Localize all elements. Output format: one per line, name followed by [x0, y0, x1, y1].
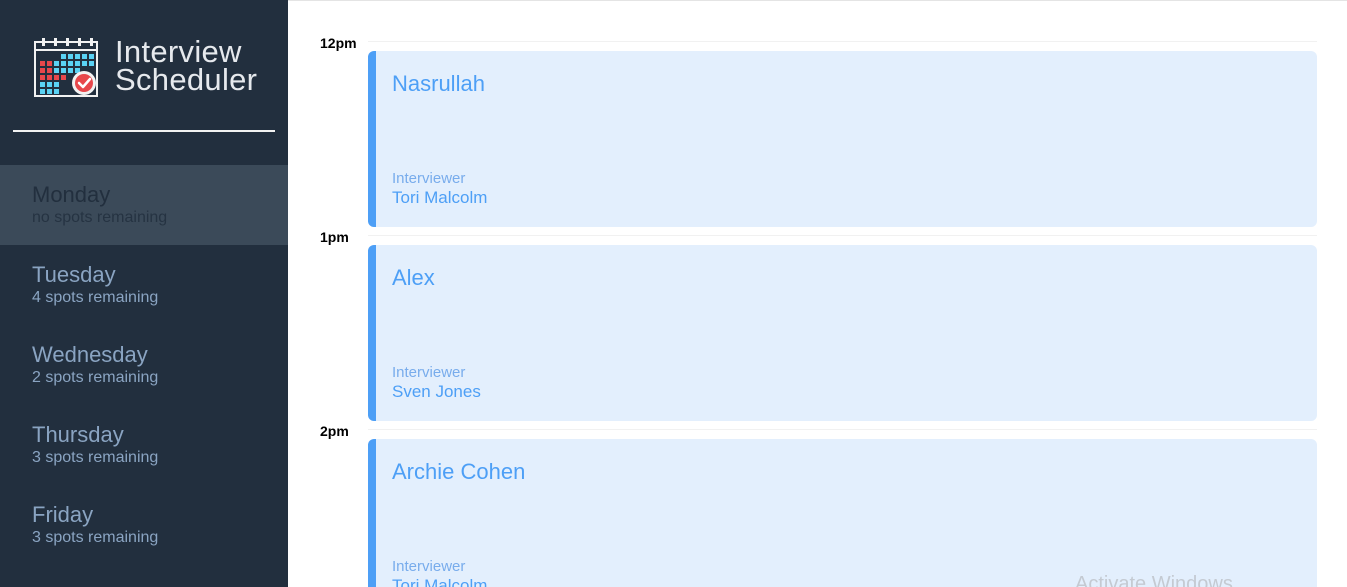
- day-item-wednesday[interactable]: Wednesday 2 spots remaining: [0, 325, 288, 405]
- interviewer-label: Interviewer: [392, 170, 466, 187]
- sidebar: Interview Scheduler Monday no spots rema…: [0, 0, 288, 587]
- day-spots: 4 spots remaining: [32, 289, 159, 306]
- interviewer-name: Tori Malcolm: [392, 576, 488, 587]
- interviewer-label: Interviewer: [392, 558, 466, 575]
- day-name: Monday: [32, 182, 111, 207]
- time-label: 1pm: [320, 229, 349, 245]
- appointment-card[interactable]: Alex Interviewer Sven Jones: [368, 245, 1317, 421]
- day-spots: no spots remaining: [32, 209, 168, 226]
- day-item-friday[interactable]: Friday 3 spots remaining: [0, 485, 288, 565]
- day-name: Thursday: [32, 422, 124, 447]
- day-item-tuesday[interactable]: Tuesday 4 spots remaining: [0, 245, 288, 325]
- time-label: 12pm: [320, 35, 357, 51]
- app-title-line-2: Scheduler: [115, 62, 258, 97]
- day-spots: 3 spots remaining: [32, 449, 159, 466]
- appointment-card[interactable]: Nasrullah Interviewer Tori Malcolm: [368, 51, 1317, 227]
- appointment-card[interactable]: Archie Cohen Interviewer Tori Malcolm: [368, 439, 1317, 587]
- day-item-thursday[interactable]: Thursday 3 spots remaining: [0, 405, 288, 485]
- time-divider: [368, 235, 1317, 236]
- day-spots: 3 spots remaining: [32, 529, 159, 546]
- calendar-check-icon: [34, 38, 98, 97]
- interviewer-label: Interviewer: [392, 364, 466, 381]
- student-name: Archie Cohen: [392, 459, 526, 484]
- app-title: Interview Scheduler: [115, 36, 258, 97]
- activate-windows-watermark: Activate Windows: [1075, 573, 1233, 587]
- sidebar-separator: [13, 130, 275, 132]
- time-divider: [368, 429, 1317, 430]
- schedule: 12pm Nasrullah Interviewer Tori Malcolm …: [288, 0, 1347, 587]
- day-spots: 2 spots remaining: [32, 369, 159, 386]
- day-name: Friday: [32, 502, 94, 527]
- time-divider: [368, 41, 1317, 42]
- student-name: Alex: [392, 265, 435, 290]
- student-name: Nasrullah: [392, 71, 485, 96]
- day-name: Tuesday: [32, 262, 116, 287]
- interviewer-name: Sven Jones: [392, 382, 481, 401]
- interview-scheduler-app: Interview Scheduler Monday no spots rema…: [0, 0, 1347, 587]
- day-item-monday[interactable]: Monday no spots remaining: [0, 165, 288, 245]
- time-label: 2pm: [320, 423, 349, 439]
- interviewer-name: Tori Malcolm: [392, 188, 488, 207]
- day-name: Wednesday: [32, 342, 148, 367]
- day-list: Monday no spots remaining Tuesday 4 spot…: [0, 165, 288, 565]
